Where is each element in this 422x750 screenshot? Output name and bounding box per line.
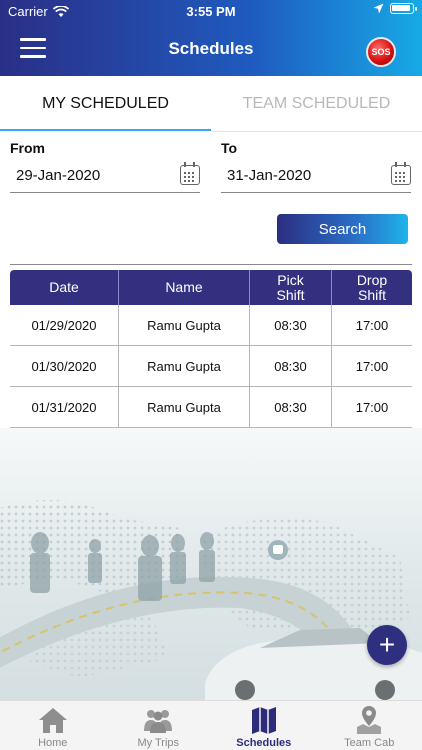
schedule-table: Date Name Pick Shift Drop Shift 01/29/20… [10, 270, 412, 428]
calendar-icon[interactable] [180, 162, 200, 185]
status-right [373, 3, 417, 14]
tab-my-scheduled[interactable]: MY SCHEDULED [0, 76, 211, 132]
add-schedule-button[interactable]: + [367, 625, 407, 665]
home-icon [38, 708, 67, 733]
nav-label-home: Home [38, 737, 68, 749]
schedule-tabs: MY SCHEDULED TEAM SCHEDULED [0, 76, 422, 132]
map-icon [251, 707, 276, 734]
cell-date: 01/29/2020 [10, 305, 119, 345]
to-date-value: 31-Jan-2020 [227, 167, 312, 184]
nav-label-team-cab: Team Cab [344, 737, 395, 749]
cell-name: Ramu Gupta [119, 387, 250, 427]
column-header-date: Date [10, 270, 119, 305]
calendar-icon[interactable] [391, 162, 411, 185]
table-row[interactable]: 01/31/2020 Ramu Gupta 08:30 17:00 [10, 387, 412, 428]
people-icon [144, 710, 173, 733]
nav-item-home[interactable]: Home [0, 701, 106, 750]
table-header: Date Name Pick Shift Drop Shift [10, 270, 412, 305]
cell-date: 01/31/2020 [10, 387, 119, 427]
search-button[interactable]: Search [277, 214, 408, 244]
column-header-pick-shift: Pick Shift [250, 270, 332, 305]
cell-pick-shift: 08:30 [250, 387, 332, 427]
location-arrow-icon [373, 3, 384, 14]
nav-item-my-trips[interactable]: My Trips [106, 701, 212, 750]
status-bar: Carrier 3:55 PM [0, 0, 422, 22]
tab-team-scheduled[interactable]: TEAM SCHEDULED [211, 76, 422, 132]
cell-drop-shift: 17:00 [355, 358, 389, 374]
cell-drop-shift: 17:00 [355, 317, 389, 333]
battery-icon [390, 3, 417, 14]
cell-date: 01/30/2020 [10, 346, 119, 386]
plus-icon: + [378, 629, 396, 660]
table-row[interactable]: 01/30/2020 Ramu Gupta 08:30 17:00 [10, 346, 412, 387]
table-row[interactable]: 01/29/2020 Ramu Gupta 08:30 17:00 [10, 305, 412, 346]
from-label: From [10, 140, 45, 156]
cell-drop-shift: 17:00 [355, 399, 389, 415]
tab-divider [211, 131, 422, 132]
bottom-navigation: Home My Trips Schedules Team Cab [0, 700, 422, 750]
nav-item-schedules[interactable]: Schedules [211, 701, 317, 750]
divider [10, 264, 412, 265]
to-date-field[interactable]: 31-Jan-2020 [221, 160, 411, 193]
cell-name: Ramu Gupta [119, 305, 250, 345]
app-header: Carrier 3:55 PM Schedules SOS [0, 0, 422, 76]
page-title: Schedules [168, 39, 254, 58]
to-label: To [221, 140, 238, 156]
cell-name: Ramu Gupta [119, 346, 250, 386]
cell-pick-shift: 08:30 [250, 346, 332, 386]
active-tab-indicator [0, 129, 211, 131]
from-date-field[interactable]: 29-Jan-2020 [10, 160, 200, 193]
from-date-value: 29-Jan-2020 [16, 167, 101, 184]
sos-button[interactable]: SOS [366, 37, 396, 67]
background-illustration [0, 428, 422, 700]
status-time: 3:55 PM [186, 4, 236, 19]
cell-pick-shift: 08:30 [250, 305, 332, 345]
nav-label-schedules: Schedules [236, 737, 292, 749]
column-header-drop-shift: Drop Shift [356, 271, 388, 303]
nav-label-my-trips: My Trips [137, 737, 180, 749]
nav-item-team-cab[interactable]: Team Cab [317, 701, 422, 750]
column-header-name: Name [119, 270, 250, 305]
map-pin-icon [357, 706, 382, 734]
city-road-illustration [0, 500, 422, 700]
